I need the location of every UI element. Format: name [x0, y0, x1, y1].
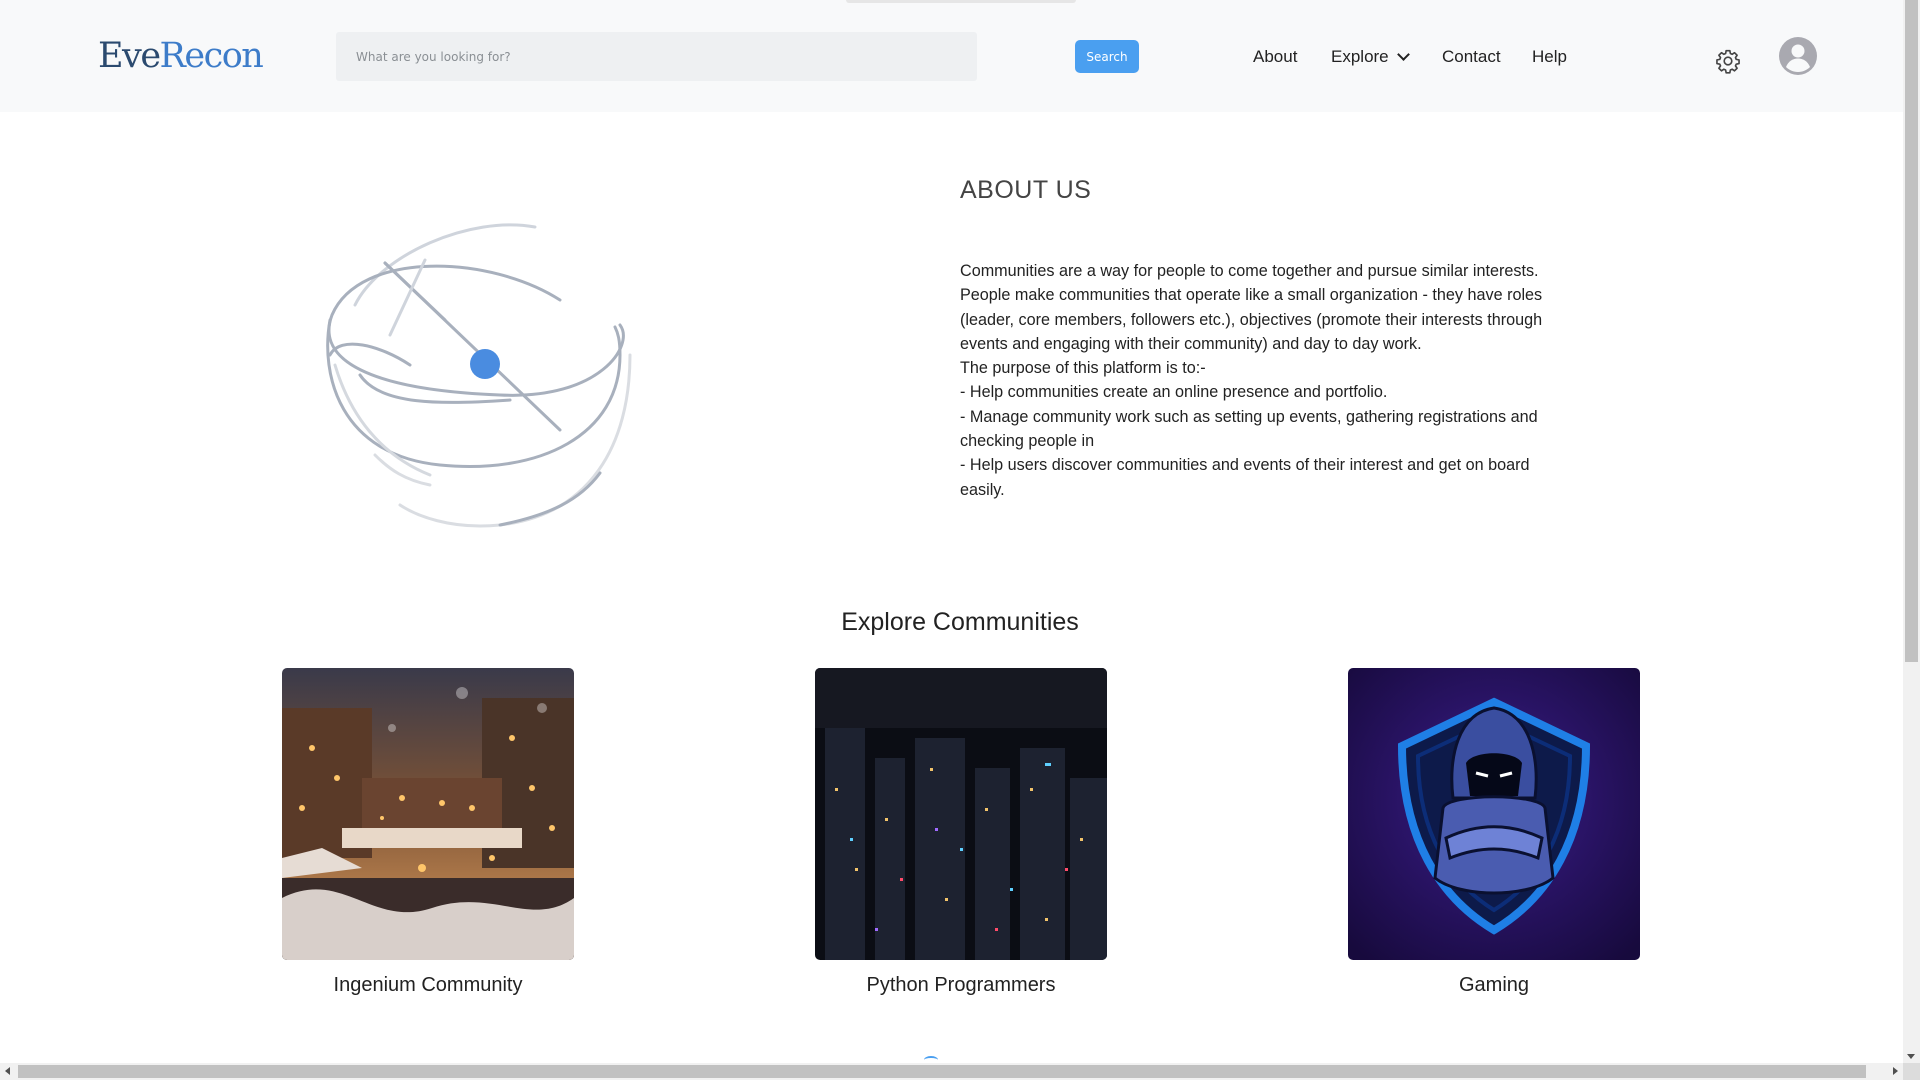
top-navbar: EveRecon Search About Explore Contact He… [0, 0, 1903, 112]
explore-communities-title: Explore Communities [841, 608, 1079, 636]
community-name[interactable]: Python Programmers [815, 974, 1107, 997]
search-input[interactable] [336, 32, 977, 81]
nav-help-link[interactable]: Help [1532, 44, 1567, 70]
about-bullet: - Manage community work such as setting … [960, 407, 1538, 451]
snowy-town-night-image[interactable] [282, 668, 574, 960]
about-description: Communities are a way for people to come… [960, 259, 1565, 502]
scroll-right-arrow-icon[interactable] [1893, 1067, 1898, 1075]
nav-explore-dropdown[interactable]: Explore [1331, 44, 1410, 70]
chevron-down-icon [1396, 48, 1410, 61]
hooded-shield-mascot-image[interactable] [1348, 668, 1640, 960]
city-night-skyline-image[interactable] [815, 668, 1107, 960]
about-bullet: - Help users discover communities and ev… [960, 456, 1530, 499]
nav-contact-link[interactable]: Contact [1442, 44, 1501, 70]
scrollbar-corner [1903, 1063, 1920, 1080]
horizontal-scrollbar-thumb[interactable] [18, 1065, 1866, 1078]
nav-about-link[interactable]: About [1253, 44, 1297, 70]
community-name[interactable]: Ingenium Community [282, 974, 574, 997]
about-paragraph: Communities are a way for people to come… [960, 262, 1543, 353]
logo-text-part1: Eve [98, 36, 161, 76]
gear-icon[interactable] [1715, 48, 1741, 74]
community-card-ingenium[interactable]: Ingenium Community [282, 668, 574, 997]
community-card-gaming[interactable]: Gaming [1348, 668, 1640, 997]
nav-explore-label: Explore [1331, 47, 1389, 66]
user-avatar-icon[interactable] [1778, 36, 1818, 76]
scroll-left-arrow-icon[interactable] [5, 1067, 10, 1075]
about-bullet: - Help communities create an online pres… [960, 383, 1388, 402]
scroll-down-arrow-icon[interactable] [1907, 1054, 1915, 1059]
about-purpose-heading: The purpose of this platform is to:- [960, 359, 1206, 378]
globe-illustration [326, 223, 632, 528]
logo-text-part2: Recon [159, 36, 264, 76]
vertical-scrollbar[interactable] [1903, 0, 1920, 1063]
community-card-python[interactable]: Python Programmers [815, 668, 1107, 997]
community-name[interactable]: Gaming [1348, 974, 1640, 997]
header-tab-shadow [846, 0, 1076, 3]
search-button[interactable]: Search [1075, 40, 1139, 73]
horizontal-scrollbar[interactable] [0, 1063, 1903, 1080]
about-title: ABOUT US [960, 176, 1092, 204]
vertical-scrollbar-thumb[interactable] [1905, 0, 1918, 662]
site-logo[interactable]: EveRecon [98, 34, 264, 78]
